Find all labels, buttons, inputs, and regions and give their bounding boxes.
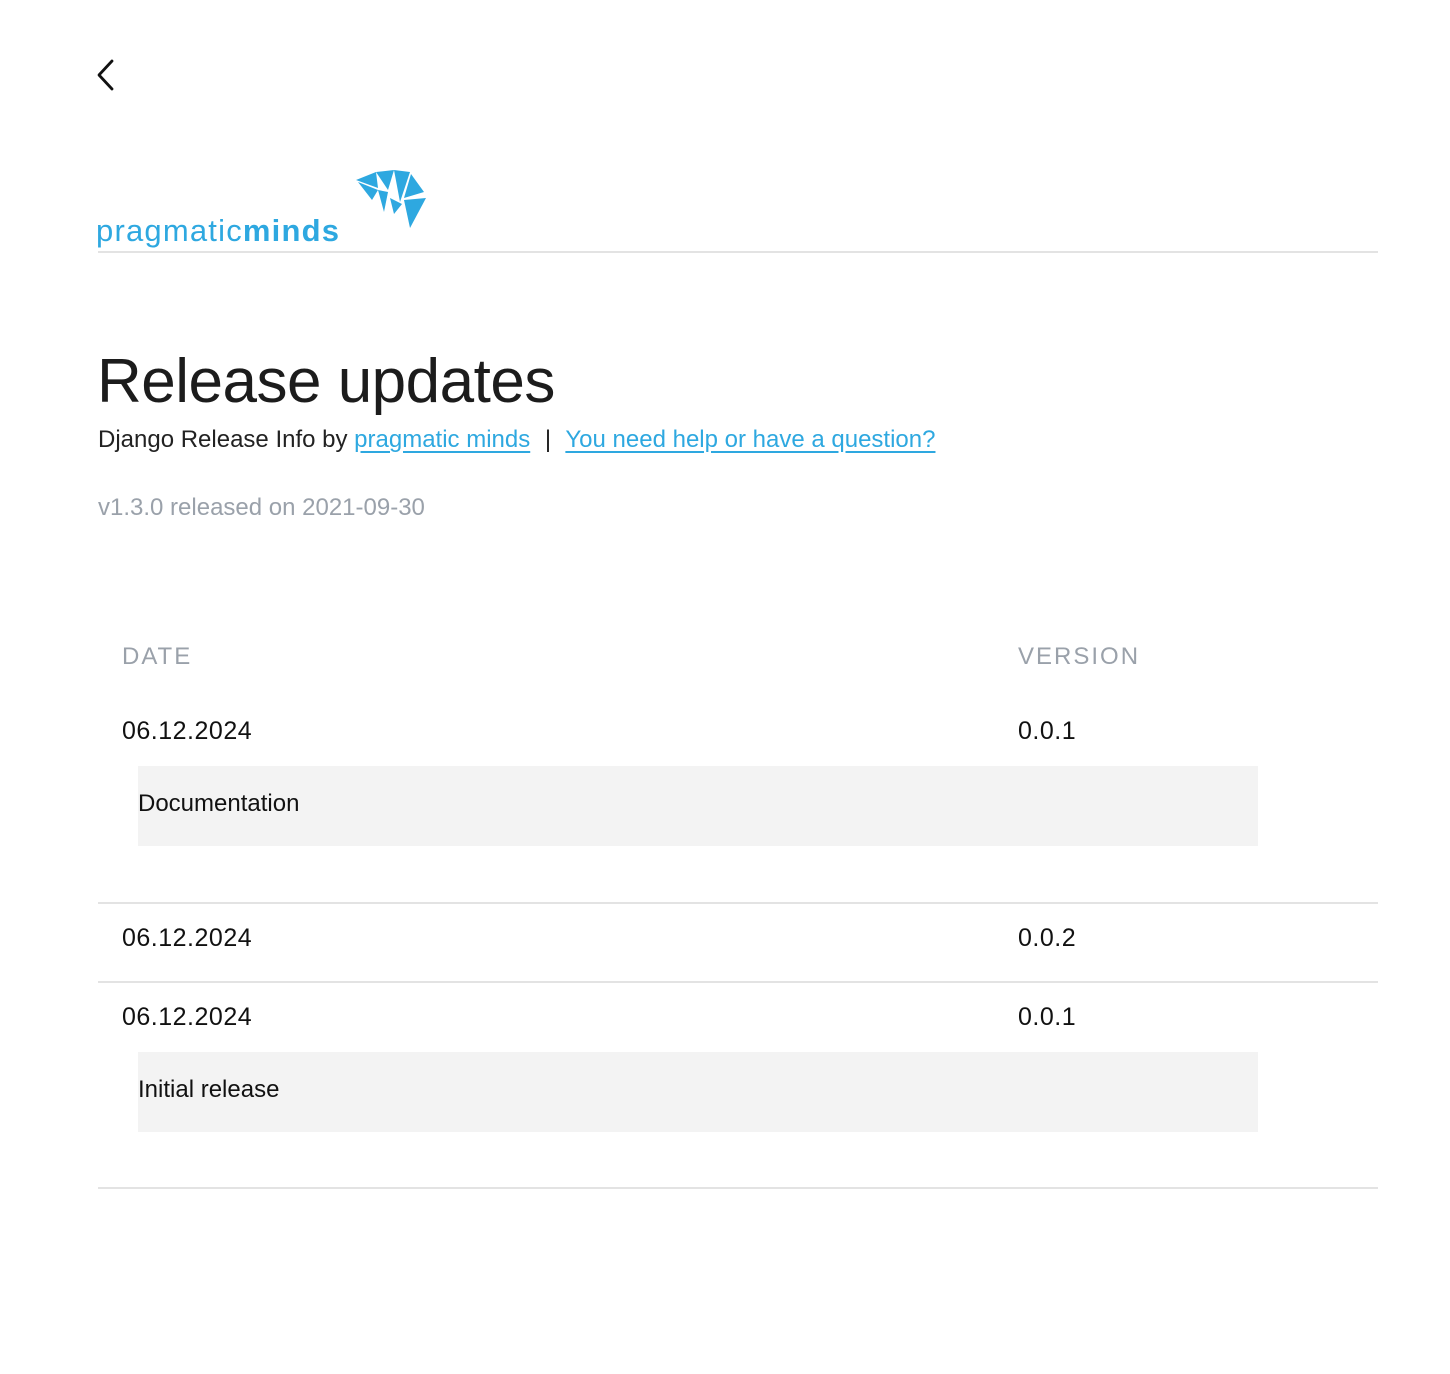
header-divider [98, 251, 1378, 253]
version-info: v1.3.0 released on 2021-09-30 [98, 494, 425, 521]
column-header-version: VERSION [1018, 643, 1141, 670]
release-date: 06.12.2024 [122, 924, 253, 952]
subtitle-separator: | [544, 426, 552, 453]
page-title: Release updates [97, 347, 555, 416]
release-notes: Initial release [138, 1052, 1258, 1132]
release-notes-text: Documentation [138, 790, 300, 817]
chevron-left-icon [97, 59, 114, 91]
subtitle-prefix: Django Release Info by [98, 426, 348, 453]
brand-logo: pragmaticminds [96, 168, 436, 254]
help-link[interactable]: You need help or have a question? [565, 426, 935, 453]
release-date: 06.12.2024 [122, 717, 253, 745]
logo-wordmark: pragmaticminds [96, 213, 341, 248]
release-version: 0.0.1 [1018, 1003, 1077, 1031]
row-divider [98, 981, 1378, 983]
brain-logo-icon [356, 170, 426, 228]
row-divider [98, 1187, 1378, 1189]
page-subtitle: Django Release Info by pragmatic minds |… [98, 426, 935, 454]
row-divider [98, 902, 1378, 904]
release-version: 0.0.2 [1018, 924, 1077, 952]
release-version: 0.0.1 [1018, 717, 1077, 745]
release-notes-text: Initial release [138, 1076, 280, 1103]
release-notes: Documentation [138, 766, 1258, 846]
column-header-date: DATE [122, 643, 193, 670]
release-date: 06.12.2024 [122, 1003, 253, 1031]
back-button[interactable] [92, 56, 122, 94]
brand-link[interactable]: pragmatic minds [354, 426, 530, 453]
